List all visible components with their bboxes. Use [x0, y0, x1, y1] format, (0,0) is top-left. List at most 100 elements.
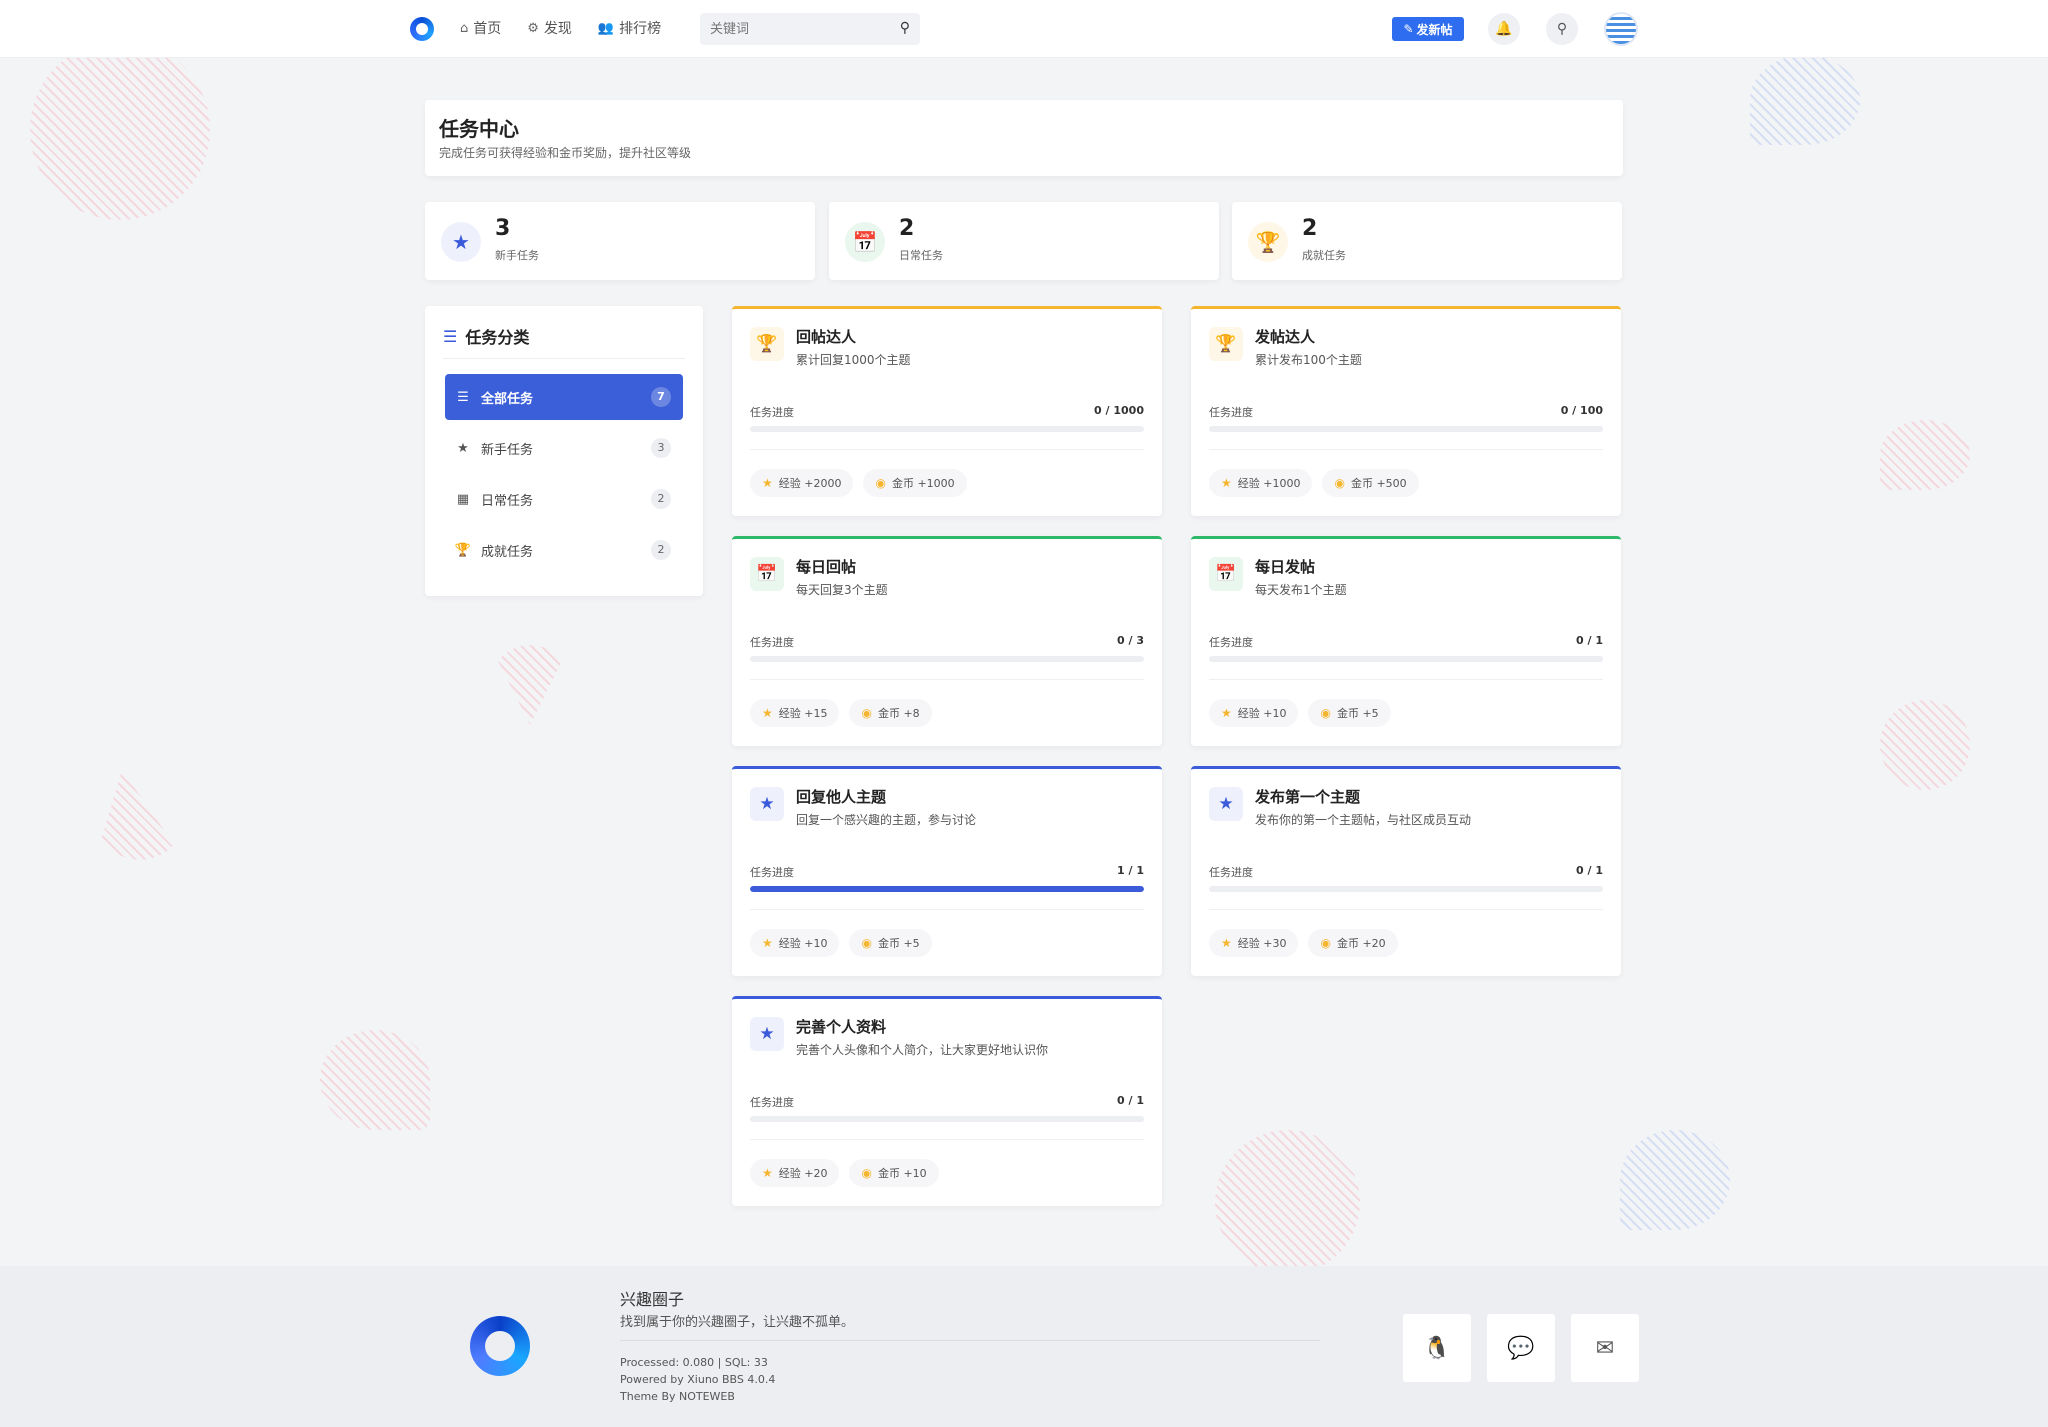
- task-list-icon: ☰: [443, 326, 458, 346]
- footer-powered: Powered by Xiuno BBS 4.0.4: [620, 1373, 776, 1386]
- task-card[interactable]: 🏆 发帖达人 累计发布100个主题 任务进度 0 / 100 ★ 经验 +1000…: [1191, 306, 1621, 516]
- page-subtitle: 完成任务可获得经验和金币奖励，提升社区等级: [439, 146, 692, 160]
- sidebar-item-all[interactable]: ☰ 全部任务 7: [445, 374, 683, 420]
- task-title: 回帖达人: [796, 328, 857, 346]
- mail-icon: ✉: [1595, 1335, 1615, 1361]
- bell-icon: 🔔: [1495, 21, 1513, 37]
- progress-bar: [1209, 656, 1603, 662]
- trophy-icon: 🏆: [1248, 222, 1288, 262]
- divider: [1209, 909, 1603, 910]
- stat-value: 2: [899, 216, 915, 241]
- coin-reward: ◉ 金币 +1000: [863, 469, 967, 497]
- coin-reward: ◉ 金币 +20: [1308, 929, 1398, 957]
- sidebar-item-daily[interactable]: ▦ 日常任务 2: [445, 476, 683, 522]
- sidebar-item-label: 全部任务: [481, 391, 534, 407]
- nav-home[interactable]: ⌂ 首页: [460, 18, 501, 38]
- divider: [443, 358, 685, 359]
- task-card[interactable]: 📅 每日发帖 每天发布1个主题 任务进度 0 / 1 ★ 经验 +10 ◉ 金币 +…: [1191, 536, 1621, 746]
- site-logo[interactable]: [410, 17, 434, 41]
- rewards: ★ 经验 +15 ◉ 金币 +8: [750, 699, 932, 727]
- sidebar-item-achievement[interactable]: 🏆 成就任务 2: [445, 527, 683, 573]
- list-icon: ☰: [457, 389, 469, 405]
- count-badge: 2: [651, 540, 671, 560]
- edit-icon: ✎: [1403, 22, 1414, 36]
- stat-label: 日常任务: [899, 249, 943, 262]
- task-category-sidebar: ☰ 任务分类 ☰ 全部任务 7 ★ 新手任务 3 ▦ 日常任务 2 🏆 成就任务…: [425, 306, 703, 596]
- task-title: 回复他人主题: [796, 788, 887, 806]
- search-icon[interactable]: ⚲: [900, 20, 910, 36]
- star-icon: ★: [441, 222, 481, 262]
- wechat-button[interactable]: 💬: [1487, 1314, 1555, 1382]
- decor-bubble: [1620, 1130, 1730, 1230]
- star-icon: ★: [1221, 936, 1232, 950]
- new-post-button[interactable]: ✎ 发新帖: [1392, 17, 1464, 41]
- task-card[interactable]: ★ 完善个人资料 完善个人头像和个人简介，让大家更好地认识你 任务进度 0 / …: [732, 996, 1162, 1206]
- exp-reward: ★ 经验 +10: [750, 929, 840, 957]
- task-card[interactable]: 📅 每日回帖 每天回复3个主题 任务进度 0 / 3 ★ 经验 +15 ◉ 金币 +…: [732, 536, 1162, 746]
- coin-reward-label: 金币 +1000: [891, 477, 955, 490]
- progress-bar: [1209, 426, 1603, 432]
- exp-reward: ★ 经验 +15: [750, 699, 840, 727]
- notification-button[interactable]: 🔔: [1488, 13, 1520, 45]
- task-description: 累计发布100个主题: [1255, 353, 1362, 367]
- decor-bubble: [1750, 55, 1860, 145]
- progress-label: 任务进度: [750, 866, 794, 879]
- sidebar-item-newbie[interactable]: ★ 新手任务 3: [445, 425, 683, 471]
- exp-reward: ★ 经验 +10: [1209, 699, 1299, 727]
- exp-reward-label: 经验 +1000: [1237, 477, 1301, 490]
- task-title: 每日回帖: [796, 558, 857, 576]
- star-icon: ★: [762, 1166, 773, 1180]
- task-description: 每天发布1个主题: [1255, 583, 1347, 597]
- rewards: ★ 经验 +30 ◉ 金币 +20: [1209, 929, 1398, 957]
- search-icon: ⚲: [1556, 21, 1568, 37]
- star-icon: ★: [1221, 706, 1232, 720]
- task-card[interactable]: 🏆 回帖达人 累计回复1000个主题 任务进度 0 / 1000 ★ 经验 +20…: [732, 306, 1162, 516]
- progress-bar: [750, 656, 1144, 662]
- task-title: 发帖达人: [1255, 328, 1316, 346]
- progress-bar: [750, 1116, 1144, 1122]
- task-description: 发布你的第一个主题帖，与社区成员互动: [1255, 813, 1472, 827]
- task-card[interactable]: ★ 回复他人主题 回复一个感兴趣的主题，参与讨论 任务进度 1 / 1 ★ 经验 …: [732, 766, 1162, 976]
- nav-discover[interactable]: ⚙ 发现: [527, 18, 572, 38]
- mail-button[interactable]: ✉: [1571, 1314, 1639, 1382]
- coin-reward: ◉ 金币 +5: [849, 929, 932, 957]
- progress-label: 任务进度: [750, 406, 794, 419]
- stat-label: 成就任务: [1302, 249, 1346, 262]
- calendar-check-icon: 📅: [750, 557, 784, 591]
- count-badge: 2: [651, 489, 671, 509]
- home-icon: ⌂: [460, 20, 469, 36]
- decor-bubble: [320, 1030, 430, 1130]
- rewards: ★ 经验 +1000 ◉ 金币 +500: [1209, 469, 1419, 497]
- footer-logo[interactable]: [470, 1316, 530, 1376]
- search-button[interactable]: ⚲: [1546, 13, 1578, 45]
- task-description: 回复一个感兴趣的主题，参与讨论: [796, 813, 977, 827]
- coins-icon: ◉: [875, 476, 886, 490]
- coins-icon: ◉: [861, 706, 872, 720]
- main-nav: ⌂ 首页 ⚙ 发现 👥 排行榜: [460, 18, 661, 38]
- top-navbar: ⌂ 首页 ⚙ 发现 👥 排行榜 ⚲ ✎ 发新帖 🔔 ⚲: [0, 0, 2048, 58]
- user-avatar[interactable]: [1604, 12, 1638, 46]
- exp-reward-label: 经验 +10: [1237, 707, 1287, 720]
- task-card[interactable]: ★ 发布第一个主题 发布你的第一个主题帖，与社区成员互动 任务进度 0 / 1 …: [1191, 766, 1621, 976]
- footer-site-name: 兴趣圈子: [620, 1290, 685, 1309]
- progress-value: 0 / 1000: [1094, 404, 1144, 417]
- count-badge: 3: [651, 438, 671, 458]
- nav-ranking[interactable]: 👥 排行榜: [598, 18, 661, 38]
- progress-bar: [750, 886, 1144, 892]
- progress-bar: [1209, 886, 1603, 892]
- coins-icon: ◉: [861, 1166, 872, 1180]
- progress-value: 0 / 1: [1117, 1094, 1144, 1107]
- coin-reward-label: 金币 +500: [1350, 477, 1407, 490]
- page-header-card: 任务中心 完成任务可获得经验和金币奖励，提升社区等级: [425, 100, 1623, 176]
- exp-reward-label: 经验 +30: [1237, 937, 1287, 950]
- coins-icon: ◉: [1320, 936, 1331, 950]
- star-icon: ★: [1209, 787, 1243, 821]
- qq-button[interactable]: 🐧: [1403, 1314, 1471, 1382]
- coin-reward-label: 金币 +5: [877, 937, 920, 950]
- exp-reward-label: 经验 +10: [778, 937, 828, 950]
- search-input[interactable]: [700, 13, 880, 45]
- coins-icon: ◉: [861, 936, 872, 950]
- coin-reward-label: 金币 +10: [877, 1167, 927, 1180]
- page-title: 任务中心: [439, 117, 519, 141]
- exp-reward-label: 经验 +20: [778, 1167, 828, 1180]
